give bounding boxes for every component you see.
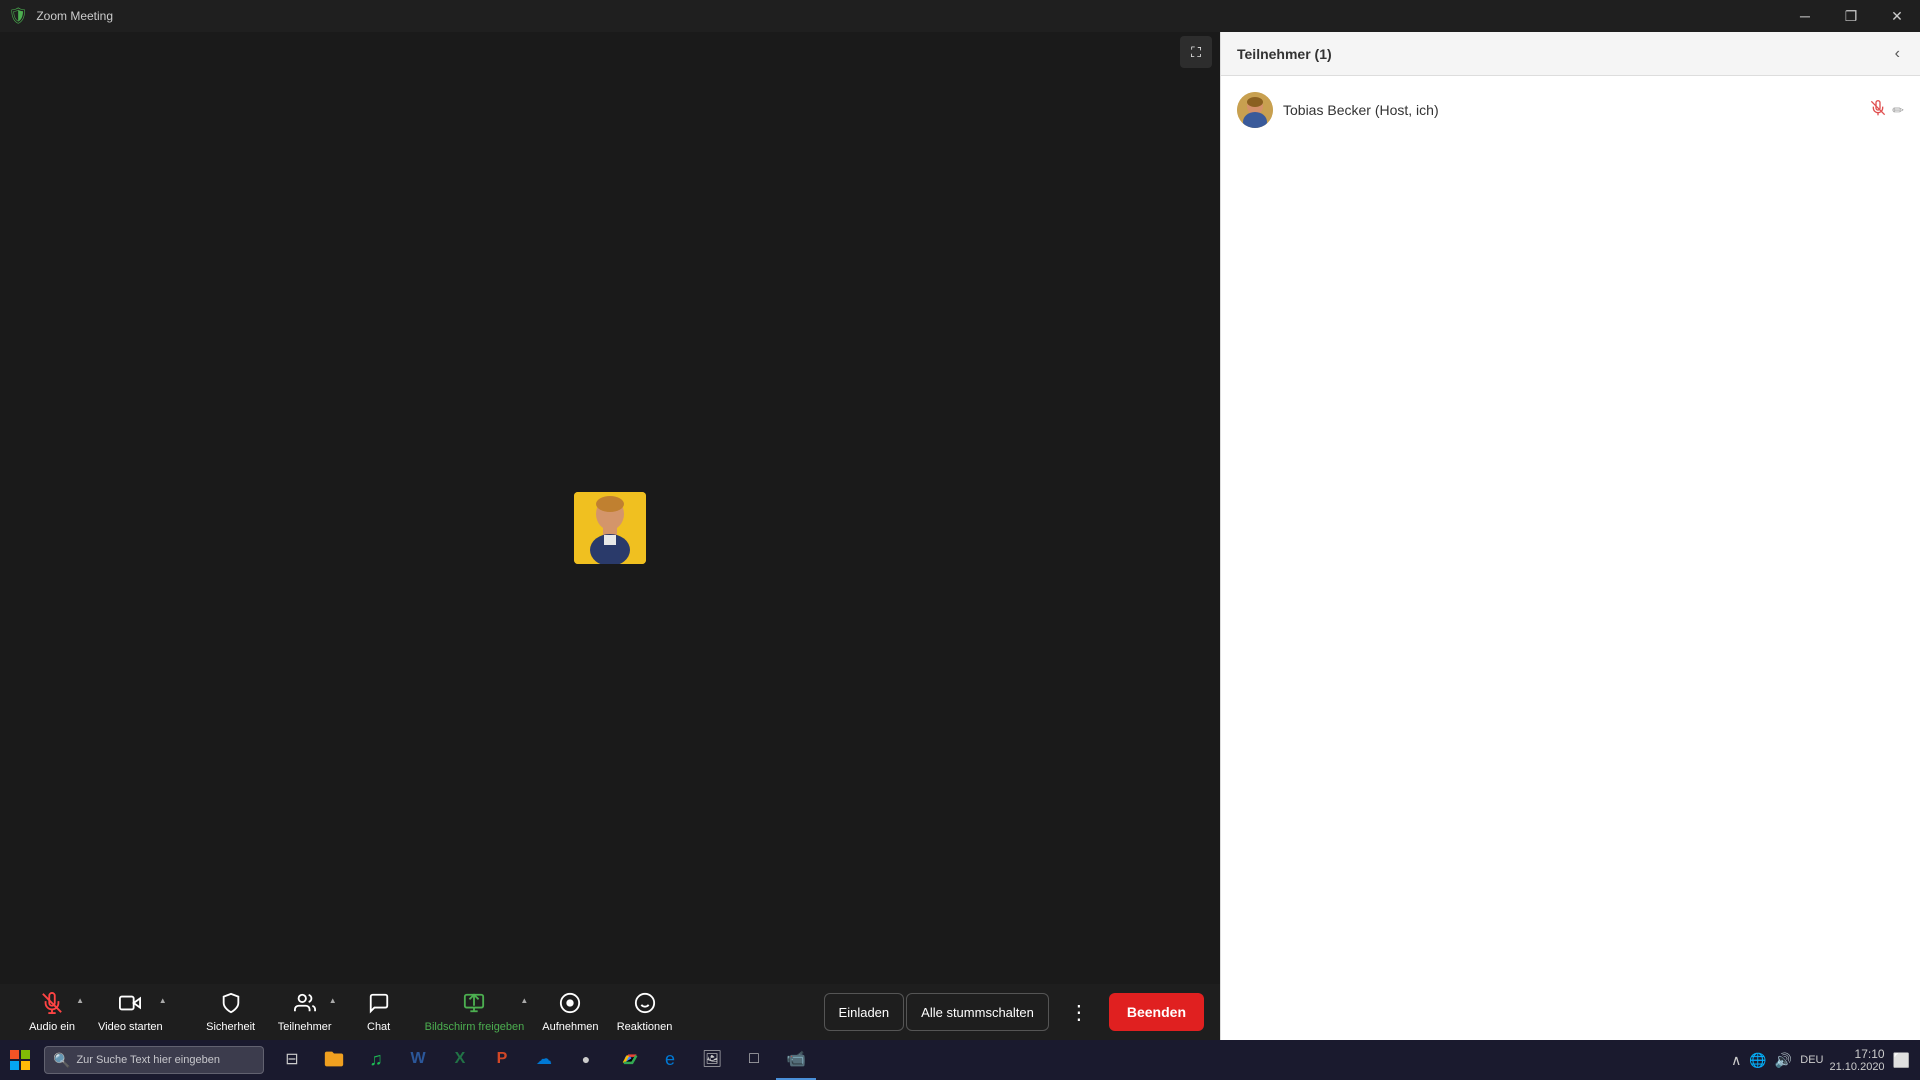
chat-icon <box>368 992 390 1018</box>
audio-label: Audio ein <box>29 1021 75 1033</box>
taskbar-app-misc[interactable]: ● <box>566 1040 606 1080</box>
taskbar-app-edge[interactable]: e <box>650 1040 690 1080</box>
video-chevron[interactable]: ▲ <box>159 996 167 1005</box>
video-button[interactable]: Video starten ▲ <box>90 986 171 1038</box>
share-screen-icon <box>463 992 485 1018</box>
panel-header: Teilnehmer (1) ‹ <box>1221 32 1920 76</box>
chat-label: Chat <box>367 1021 390 1033</box>
security-label: Sicherheit <box>206 1021 255 1033</box>
participants-chevron[interactable]: ▲ <box>329 996 337 1005</box>
fullscreen-button[interactable]: ⛶ <box>1180 36 1212 68</box>
taskbar-app-zoom[interactable]: 📹 <box>776 1040 816 1080</box>
invite-button[interactable]: Einladen <box>824 993 905 1031</box>
record-button[interactable]: Aufnehmen <box>534 986 606 1038</box>
title-bar-controls: ─ ❐ ✕ <box>1782 0 1920 32</box>
participant-avatar-thumbnail <box>1237 92 1273 128</box>
tray-notification-icon[interactable]: ⬜ <box>1891 1052 1912 1069</box>
reactions-icon <box>634 992 656 1018</box>
taskbar-app-taskview[interactable]: ⊟ <box>272 1040 312 1080</box>
participant-mic-icon <box>1870 100 1886 120</box>
taskbar-app-board[interactable]: □ <box>734 1040 774 1080</box>
record-icon <box>559 992 581 1018</box>
participant-edit-icon[interactable]: ✏ <box>1892 102 1904 119</box>
chat-button[interactable]: Chat <box>343 986 415 1038</box>
panel-title: Teilnehmer (1) <box>1237 46 1332 62</box>
start-button[interactable] <box>0 1040 40 1080</box>
tray-network-icon[interactable]: 🌐 <box>1747 1052 1768 1069</box>
audio-chevron[interactable]: ▲ <box>76 996 84 1005</box>
end-meeting-button[interactable]: Beenden <box>1109 993 1204 1031</box>
participants-label: Teilnehmer <box>278 1021 332 1033</box>
security-button[interactable]: Sicherheit <box>195 986 267 1038</box>
windows-taskbar: 🔍 Zur Suche Text hier eingeben ⊟ ♫ W X P… <box>0 1040 1920 1080</box>
more-options-icon[interactable]: ⋮ <box>1061 996 1097 1029</box>
taskbar-app-paint[interactable]: 🖼 <box>692 1040 732 1080</box>
taskbar-app-powerpoint[interactable]: P <box>482 1040 522 1080</box>
title-bar: 🛡 Zoom Meeting ─ ❐ ✕ <box>0 0 1920 32</box>
taskbar-app-chrome[interactable] <box>608 1040 648 1080</box>
taskbar-app-excel[interactable]: X <box>440 1040 480 1080</box>
share-screen-label: Bildschirm freigeben <box>425 1021 525 1033</box>
tray-date: 21.10.2020 <box>1830 1061 1885 1073</box>
share-screen-button[interactable]: Bildschirm freigeben ▲ <box>417 986 533 1038</box>
participants-icon <box>294 992 316 1018</box>
taskbar-search[interactable]: 🔍 Zur Suche Text hier eingeben <box>44 1046 264 1074</box>
taskbar-tray: ∧ 🌐 🔊 DEU 17:10 21.10.2020 ⬜ <box>1729 1040 1920 1080</box>
panel-collapse-button[interactable]: ‹ <box>1891 41 1904 67</box>
mute-all-button[interactable]: Alle stummschalten <box>906 993 1049 1031</box>
taskbar-apps: ⊟ ♫ W X P ☁ ● e 🖼 □ 📹 <box>272 1040 816 1080</box>
participants-panel: Teilnehmer (1) ‹ Tobias Becker (Host, ic… <box>1220 32 1920 1080</box>
taskbar-app-spotify[interactable]: ♫ <box>356 1040 396 1080</box>
main-video-area: Tobias Becker <box>0 32 1220 1024</box>
tray-datetime: 17:10 21.10.2020 <box>1830 1047 1885 1073</box>
taskbar-app-explorer[interactable] <box>314 1040 354 1080</box>
participant-avatar <box>574 492 646 564</box>
restore-button[interactable]: ❐ <box>1828 0 1874 32</box>
security-icon <box>220 992 242 1018</box>
video-label: Video starten <box>98 1021 163 1033</box>
tray-icons: ∧ 🌐 🔊 <box>1729 1052 1794 1069</box>
audio-icon <box>41 992 63 1018</box>
participant-status-icons: ✏ <box>1870 100 1904 120</box>
minimize-button[interactable]: ─ <box>1782 0 1828 32</box>
participant-list-name: Tobias Becker (Host, ich) <box>1283 102 1860 118</box>
avatar-image <box>574 492 646 564</box>
taskbar-search-placeholder: Zur Suche Text hier eingeben <box>76 1054 220 1066</box>
tray-expand-icon[interactable]: ∧ <box>1729 1052 1743 1069</box>
participant-list-item[interactable]: Tobias Becker (Host, ich) ✏ <box>1221 84 1920 136</box>
close-button[interactable]: ✕ <box>1874 0 1920 32</box>
taskbar-app-word[interactable]: W <box>398 1040 438 1080</box>
window-title: Zoom Meeting <box>36 9 113 23</box>
title-bar-left: 🛡 Zoom Meeting <box>0 6 113 26</box>
tray-volume-icon[interactable]: 🔊 <box>1773 1052 1794 1069</box>
participant-list: Tobias Becker (Host, ich) ✏ <box>1221 76 1920 1080</box>
share-screen-chevron[interactable]: ▲ <box>520 996 528 1005</box>
taskbar-app-onedrive[interactable]: ☁ <box>524 1040 564 1080</box>
audio-button[interactable]: Audio ein ▲ <box>16 986 88 1038</box>
zoom-shield-icon: 🛡 <box>8 6 28 26</box>
reactions-button[interactable]: Reaktionen <box>609 986 681 1038</box>
video-icon <box>119 992 141 1018</box>
reactions-label: Reaktionen <box>617 1021 673 1033</box>
participants-button[interactable]: Teilnehmer ▲ <box>269 986 341 1038</box>
tray-time: 17:10 <box>1830 1047 1885 1061</box>
zoom-toolbar: Audio ein ▲ Video starten ▲ Sicherheit <box>0 984 1220 1040</box>
record-label: Aufnehmen <box>542 1021 598 1033</box>
tray-language: DEU <box>1800 1054 1823 1066</box>
